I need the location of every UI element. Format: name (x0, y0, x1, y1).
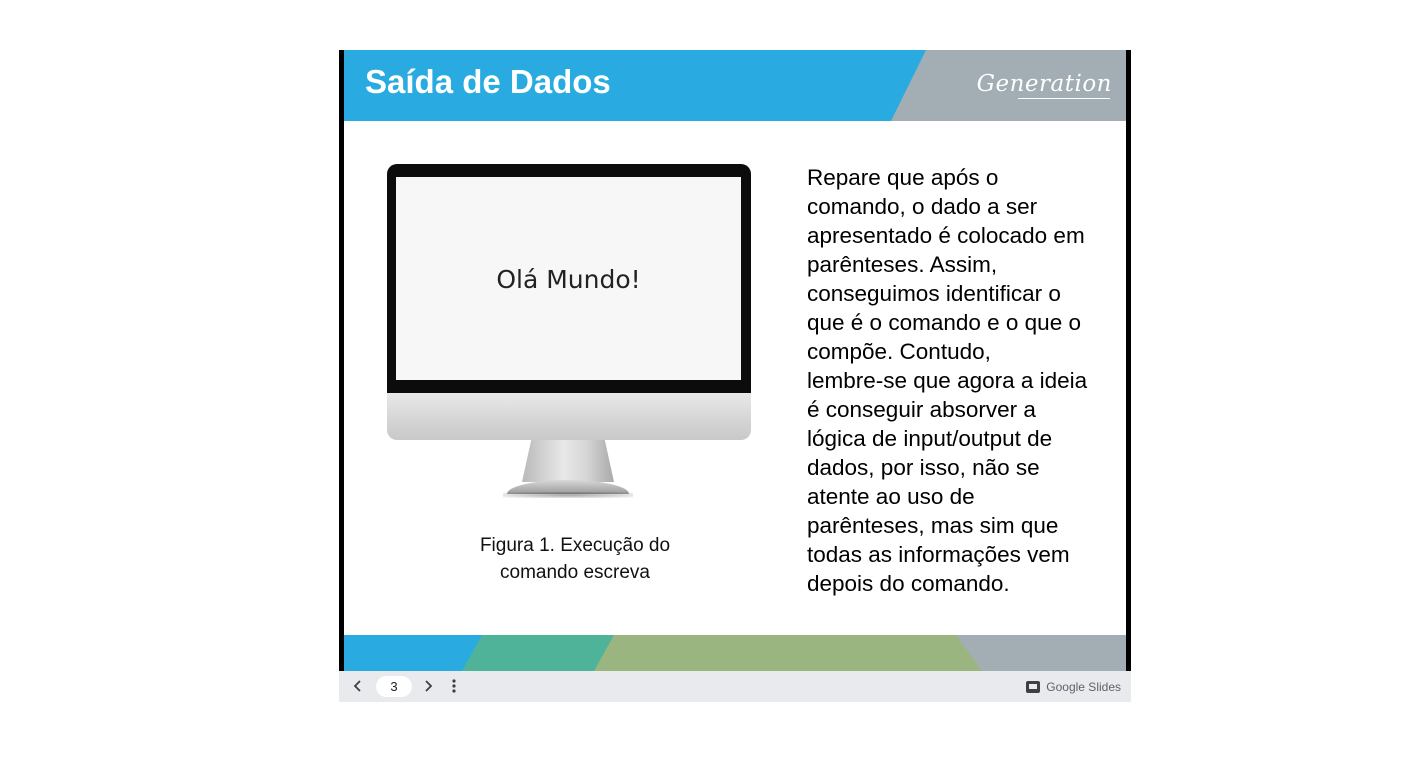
footer-stripe-gray (956, 635, 1126, 671)
monitor-screen: Olá Mundo! (396, 177, 741, 380)
screen-text: Olá Mundo! (496, 265, 641, 294)
monitor-illustration: Olá Mundo! (387, 164, 751, 504)
slides-embed: Saída de Dados Generation Olá Mundo! Fig… (339, 50, 1131, 702)
chevron-right-icon[interactable] (419, 677, 437, 695)
caption-line: Figura 1. Execução do (479, 535, 671, 556)
slide: Saída de Dados Generation Olá Mundo! Fig… (344, 50, 1126, 671)
monitor-bezel: Olá Mundo! (387, 164, 751, 393)
slide-title: Saída de Dados (365, 63, 611, 100)
generation-logo: Generation (976, 71, 1112, 97)
page-number-input[interactable]: 3 (376, 676, 412, 697)
chevron-left-icon[interactable] (349, 677, 367, 695)
monitor-chin (387, 393, 751, 440)
footer-band (344, 635, 1126, 671)
monitor-shadow (503, 492, 633, 498)
slides-toolbar: 3 Google Slides (339, 671, 1131, 702)
logo-underline (1018, 98, 1110, 99)
brand-label: Google Slides (1046, 680, 1121, 694)
caption-line: comando escreva (500, 562, 650, 583)
body-text: Repare que após o comando, o dado a ser … (807, 165, 1088, 596)
slides-icon (1026, 681, 1041, 693)
google-slides-link[interactable]: Google Slides (1026, 678, 1121, 696)
footer-stripe-green (594, 635, 982, 671)
monitor-stand (522, 440, 614, 482)
figure-caption: Figura 1. Execução do comando escreva (444, 532, 706, 586)
more-vert-icon[interactable] (445, 677, 463, 695)
